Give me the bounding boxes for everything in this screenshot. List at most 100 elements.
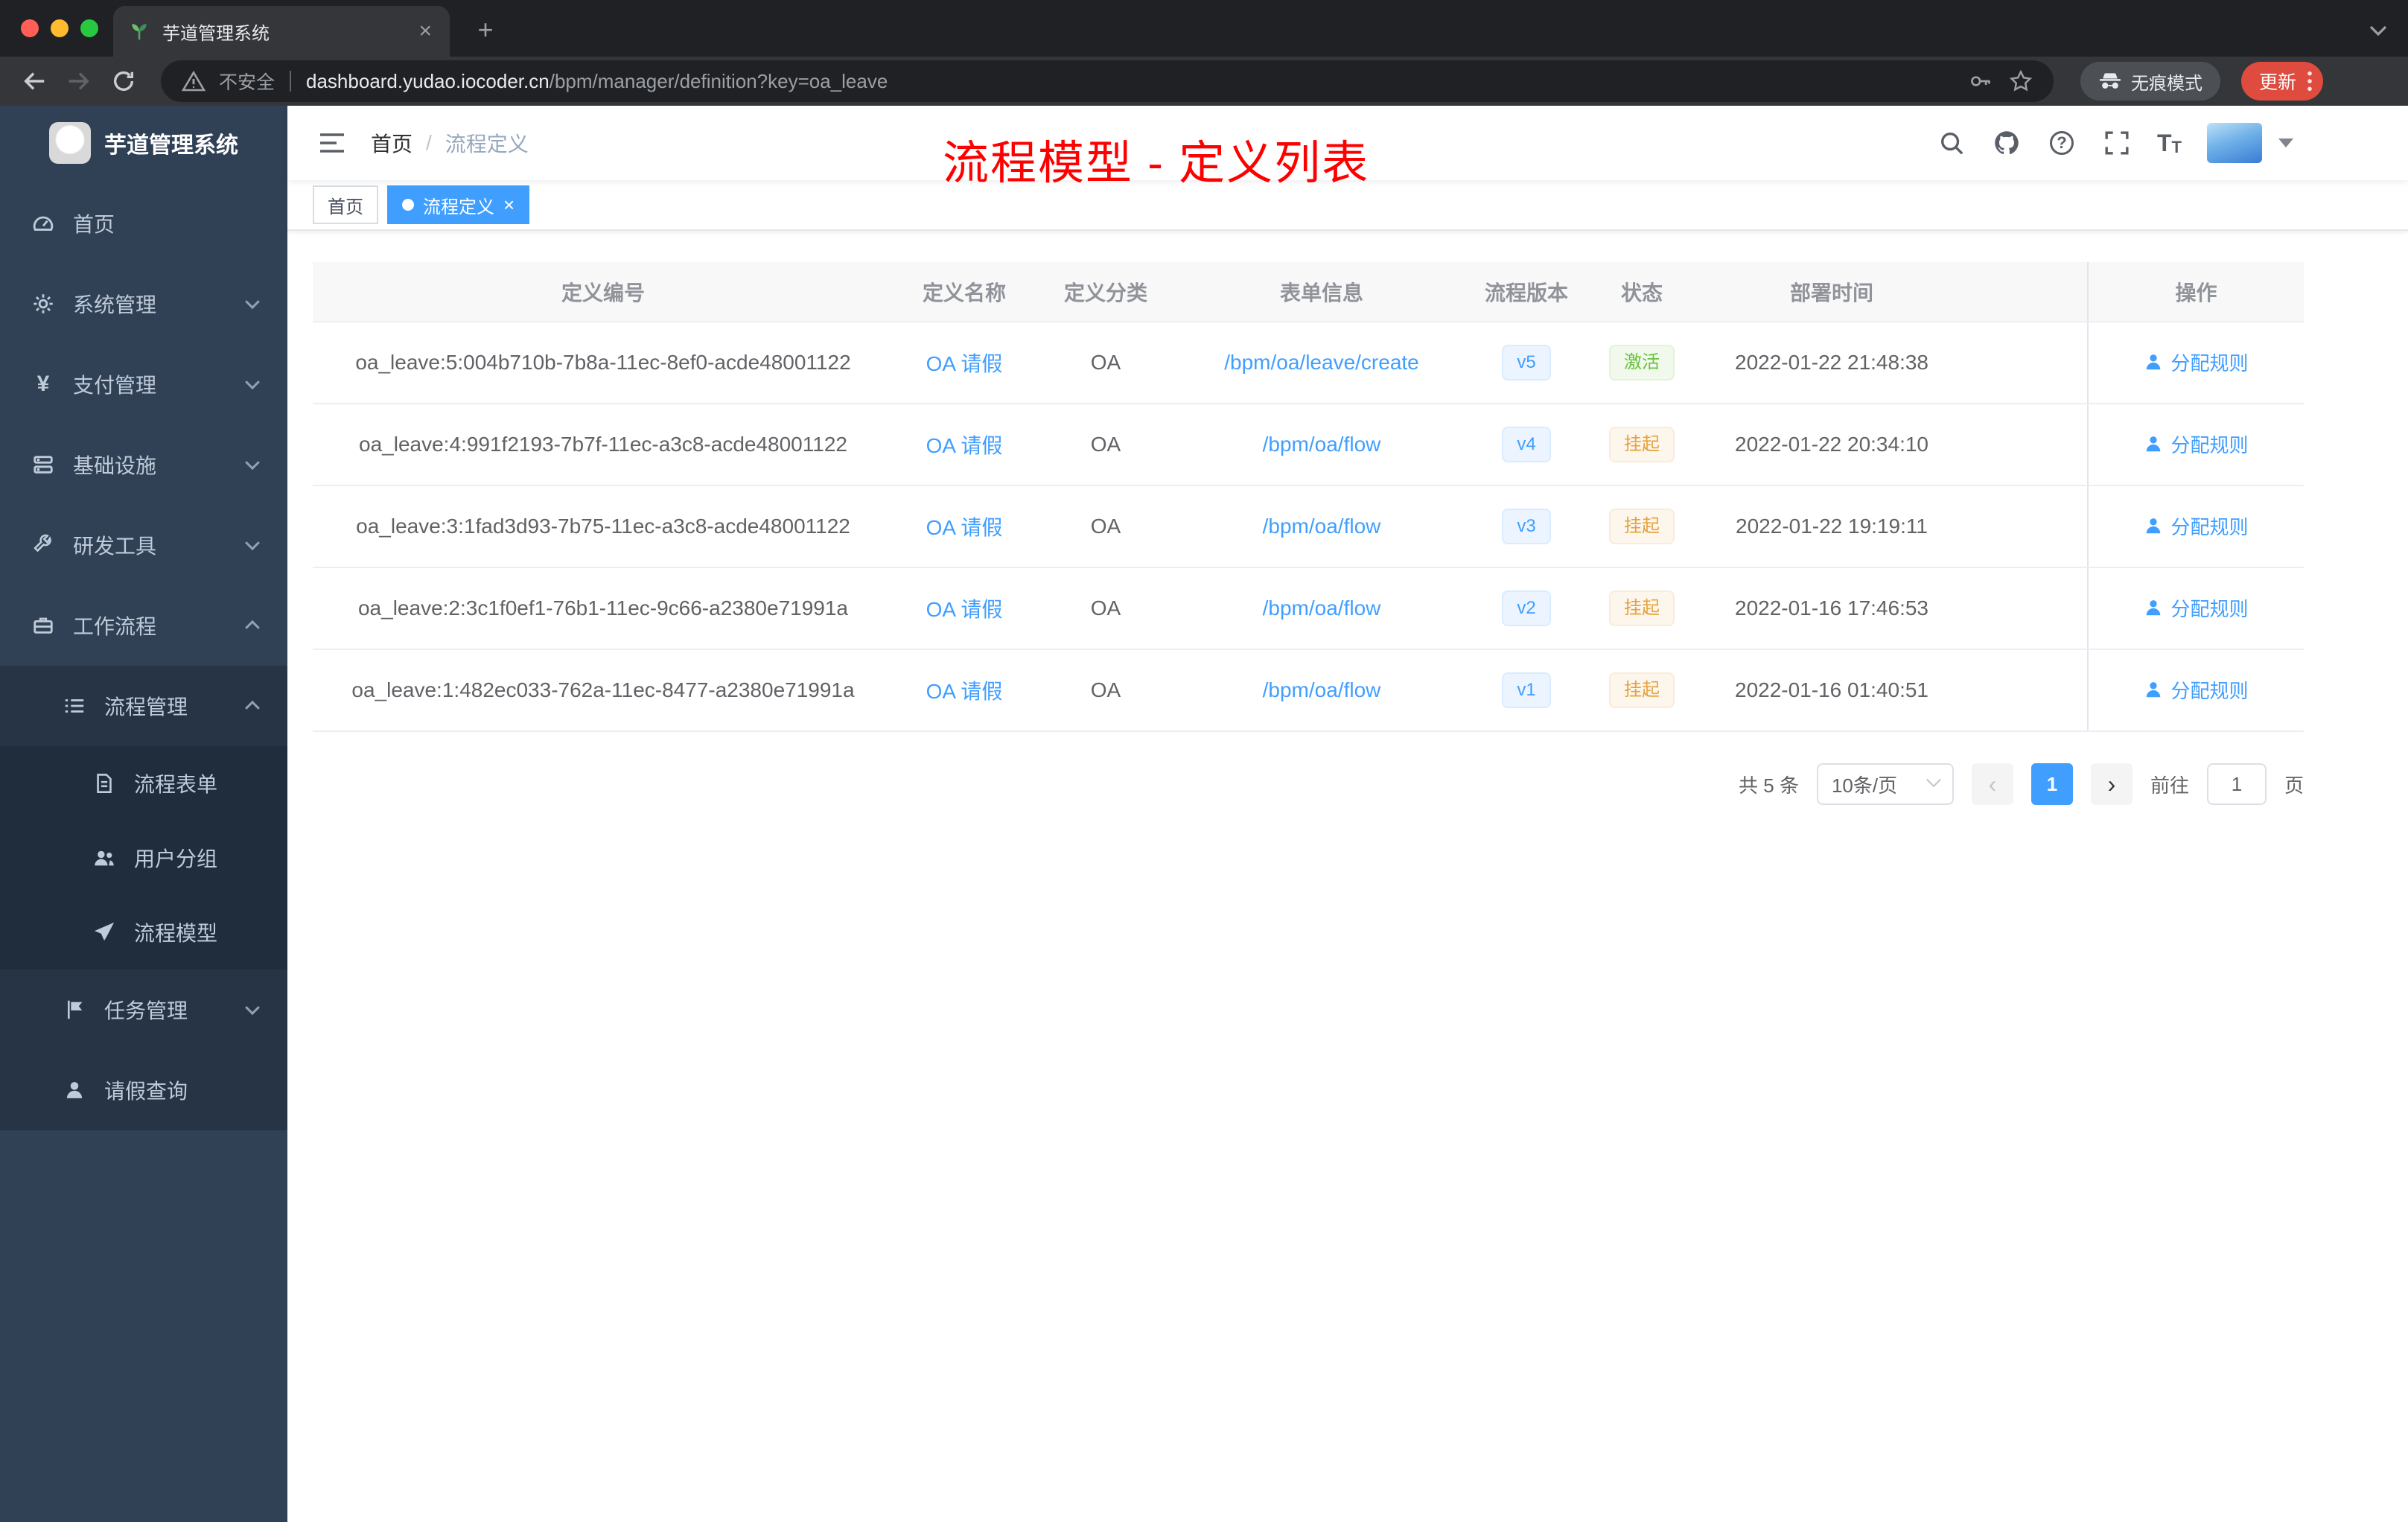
sidebar-item-process-form[interactable]: 流程表单 bbox=[0, 746, 287, 821]
sidebar-item-process-management[interactable]: 流程管理 bbox=[0, 666, 287, 746]
form-link[interactable]: /bpm/oa/flow bbox=[1263, 515, 1381, 538]
version-badge[interactable]: v1 bbox=[1502, 672, 1551, 708]
breadcrumb-home[interactable]: 首页 bbox=[371, 128, 413, 158]
assign-rule-link[interactable]: 分配规则 bbox=[2144, 512, 2249, 540]
close-window-button[interactable] bbox=[21, 19, 39, 37]
definition-name-link[interactable]: OA 请假 bbox=[926, 352, 1003, 375]
document-icon bbox=[92, 771, 116, 795]
update-label: 更新 bbox=[2258, 72, 2296, 93]
definition-name-link[interactable]: OA 请假 bbox=[926, 516, 1003, 539]
version-badge[interactable]: v5 bbox=[1502, 345, 1551, 380]
definition-name-link[interactable]: OA 请假 bbox=[926, 680, 1003, 703]
dashboard-icon bbox=[31, 211, 55, 235]
bookmark-star-icon[interactable] bbox=[2006, 66, 2036, 96]
form-link[interactable]: /bpm/oa/flow bbox=[1263, 678, 1381, 701]
version-badge[interactable]: v4 bbox=[1502, 427, 1551, 462]
tab-search-chevron-icon[interactable] bbox=[2369, 15, 2387, 42]
forward-button[interactable] bbox=[60, 62, 98, 101]
goto-page-input[interactable] bbox=[2206, 763, 2267, 805]
update-button[interactable]: 更新 bbox=[2240, 62, 2323, 101]
version-badge[interactable]: v2 bbox=[1502, 590, 1551, 626]
address-bar[interactable]: 不安全 dashboard.yudao.iocoder.cn/bpm/manag… bbox=[161, 60, 2054, 102]
goto-unit: 页 bbox=[2284, 774, 2304, 797]
page-content: 定义编号 定义名称 定义分类 表单信息 流程版本 状态 部署时间 操作 oa_l… bbox=[287, 231, 2408, 1522]
tag-process-definition[interactable]: 流程定义 × bbox=[387, 185, 530, 224]
breadcrumb-separator: / bbox=[426, 131, 432, 154]
col-definition-name: 定义名称 bbox=[894, 262, 1035, 322]
sidebar-item-home[interactable]: 首页 bbox=[0, 183, 287, 264]
yen-icon: ¥ bbox=[36, 372, 50, 396]
avatar-caret-icon[interactable] bbox=[2278, 138, 2293, 147]
sidebar-item-infrastructure[interactable]: 基础设施 bbox=[0, 424, 287, 505]
form-link[interactable]: /bpm/oa/leave/create bbox=[1224, 351, 1419, 374]
app-logo[interactable]: 芋道管理系统 bbox=[0, 106, 287, 180]
sidebar-item-workflow[interactable]: 工作流程 bbox=[0, 585, 287, 666]
security-label: 不安全 bbox=[219, 72, 275, 93]
definition-category: OA bbox=[1035, 485, 1176, 568]
minimize-window-button[interactable] bbox=[51, 19, 69, 37]
col-definition-id: 定义编号 bbox=[313, 262, 894, 322]
sidebar-item-devtools[interactable]: 研发工具 bbox=[0, 505, 287, 585]
search-icon[interactable] bbox=[1937, 128, 1966, 158]
fullscreen-icon[interactable] bbox=[2102, 128, 2132, 158]
definition-name-link[interactable]: OA 请假 bbox=[926, 434, 1003, 457]
status-badge: 激活 bbox=[1609, 345, 1675, 380]
page-size-select[interactable]: 10条/页 bbox=[1816, 763, 1954, 805]
browser-tab[interactable]: 芋道管理系统 × bbox=[113, 6, 450, 57]
tag-close-icon[interactable]: × bbox=[503, 195, 515, 214]
github-icon[interactable] bbox=[1992, 128, 2022, 158]
user-icon bbox=[2147, 354, 2161, 370]
security-warning-icon[interactable] bbox=[179, 66, 208, 96]
sidebar-item-process-model[interactable]: 流程模型 bbox=[0, 895, 287, 969]
chevron-up-icon bbox=[245, 620, 260, 635]
page-number-button[interactable]: 1 bbox=[2030, 763, 2073, 805]
next-page-button[interactable]: › bbox=[2090, 763, 2133, 805]
user-icon bbox=[2147, 436, 2161, 452]
sidebar-item-task-management[interactable]: 任务管理 bbox=[0, 969, 287, 1050]
fullscreen-window-button[interactable] bbox=[80, 19, 98, 37]
chevron-down-icon bbox=[245, 294, 260, 310]
filler-cell bbox=[1966, 567, 2088, 650]
tag-home[interactable]: 首页 bbox=[313, 185, 378, 224]
definition-name-link[interactable]: OA 请假 bbox=[926, 598, 1003, 621]
password-key-icon[interactable] bbox=[1966, 66, 1995, 96]
definition-id: oa_leave:4:991f2193-7b7f-11ec-a3c8-acde4… bbox=[313, 404, 894, 486]
assign-rule-link[interactable]: 分配规则 bbox=[2144, 348, 2249, 376]
chevron-down-icon bbox=[1926, 772, 1941, 788]
hamburger-icon[interactable] bbox=[308, 119, 356, 167]
browser-tabstrip: 芋道管理系统 × + bbox=[0, 0, 2408, 57]
tab-title: 芋道管理系统 bbox=[162, 23, 270, 44]
back-button[interactable] bbox=[15, 62, 54, 101]
new-tab-button[interactable]: + bbox=[468, 12, 503, 48]
filler-cell bbox=[1966, 485, 2088, 568]
sidebar-item-user-group[interactable]: 用户分组 bbox=[0, 821, 287, 895]
window-controls bbox=[21, 19, 98, 37]
font-size-icon[interactable]: TT bbox=[2157, 130, 2182, 157]
tab-close-icon[interactable]: × bbox=[415, 20, 435, 42]
sidebar-item-leave-query[interactable]: 请假查询 bbox=[0, 1050, 287, 1130]
reload-button[interactable] bbox=[104, 62, 143, 101]
gear-icon bbox=[31, 292, 55, 316]
form-link[interactable]: /bpm/oa/flow bbox=[1263, 596, 1381, 620]
sidebar-item-payment[interactable]: ¥ 支付管理 bbox=[0, 344, 287, 424]
version-badge[interactable]: v3 bbox=[1502, 509, 1551, 544]
assign-rule-link[interactable]: 分配规则 bbox=[2144, 676, 2249, 704]
deploy-time: 2022-01-16 17:46:53 bbox=[1698, 567, 1966, 650]
prev-page-button[interactable]: ‹ bbox=[1971, 763, 2013, 805]
assign-rule-link[interactable]: 分配规则 bbox=[2144, 430, 2249, 458]
assign-rule-link[interactable]: 分配规则 bbox=[2144, 594, 2249, 622]
form-link[interactable]: /bpm/oa/flow bbox=[1263, 433, 1381, 456]
url-text[interactable]: dashboard.yudao.iocoder.cn/bpm/manager/d… bbox=[306, 70, 1955, 93]
help-icon[interactable]: ? bbox=[2047, 128, 2077, 158]
deploy-time: 2022-01-16 01:40:51 bbox=[1698, 649, 1966, 732]
chevron-down-icon bbox=[245, 1000, 260, 1016]
col-process-version: 流程版本 bbox=[1467, 262, 1586, 322]
sidebar-item-system[interactable]: 系统管理 bbox=[0, 264, 287, 344]
table-row: oa_leave:5:004b710b-7b8a-11ec-8ef0-acde4… bbox=[313, 322, 2304, 404]
paper-plane-icon bbox=[92, 920, 116, 944]
url-domain: dashboard.yudao.iocoder.cn bbox=[306, 69, 550, 92]
status-badge: 挂起 bbox=[1609, 427, 1675, 462]
avatar[interactable] bbox=[2207, 123, 2262, 163]
user-icon bbox=[2147, 518, 2161, 534]
active-tag-dot bbox=[402, 199, 414, 211]
